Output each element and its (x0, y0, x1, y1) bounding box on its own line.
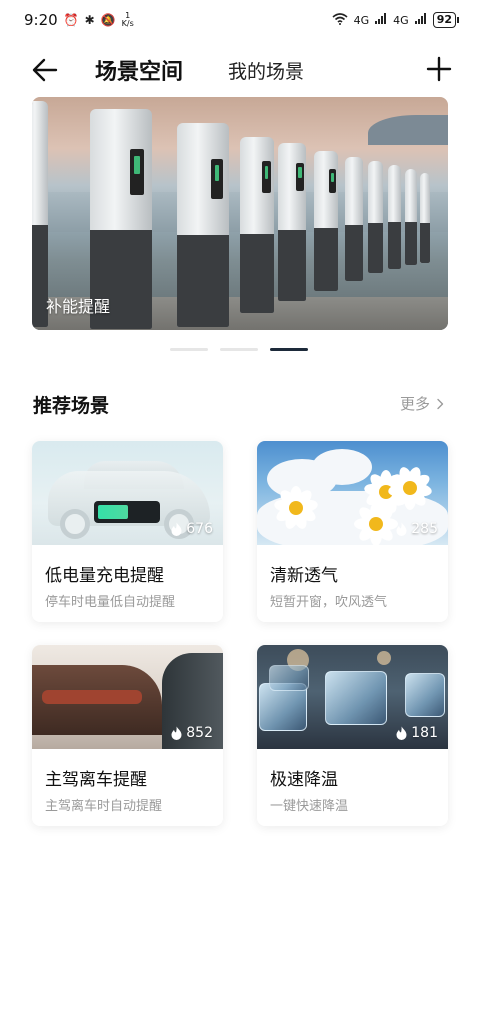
scene-card[interactable]: 852 主驾离车提醒 主驾离车时自动提醒 (32, 645, 223, 826)
charger-station (278, 143, 306, 301)
flame-icon (171, 726, 182, 740)
status-time: 9:20 (24, 11, 58, 29)
scene-card[interactable]: 285 清新透气 短暂开窗，吹风透气 (257, 441, 448, 622)
scene-card[interactable]: 181 极速降温 一键快速降温 (257, 645, 448, 826)
back-button[interactable] (30, 54, 62, 86)
charger-station (240, 137, 274, 313)
carousel-indicator (170, 348, 308, 351)
card-title: 主驾离车提醒 (45, 770, 147, 790)
signal-1-icon (375, 13, 387, 27)
flame-icon (396, 726, 407, 740)
carousel-dot[interactable] (220, 348, 258, 351)
popularity-count: 285 (395, 521, 438, 537)
banner-caption: 补能提醒 (46, 297, 111, 316)
count-value: 285 (411, 521, 438, 537)
more-link[interactable]: 更多 (400, 393, 446, 414)
banner-carousel[interactable]: 补能提醒 (32, 97, 448, 330)
card-title: 低电量充电提醒 (45, 566, 164, 586)
section-title: 推荐场景 (33, 395, 110, 417)
flame-icon (171, 522, 182, 536)
popularity-count: 181 (395, 725, 438, 741)
card-subtitle: 一键快速降温 (270, 799, 349, 814)
signal-2-icon (414, 13, 427, 27)
network-speed: 1 K/s (121, 11, 134, 28)
more-label: 更多 (399, 395, 430, 413)
charger-station (368, 161, 383, 273)
card-subtitle: 停车时电量低自动提醒 (45, 595, 176, 610)
mute-icon: 🔕 (100, 13, 116, 27)
plus-icon (426, 56, 452, 82)
tab-scene-space[interactable]: 场景空间 (95, 54, 183, 86)
card-subtitle: 主驾离车时自动提醒 (45, 799, 163, 814)
charger-station (405, 169, 417, 265)
scene-card[interactable]: 676 低电量充电提醒 停车时电量低自动提醒 (32, 441, 223, 622)
count-value: 852 (186, 725, 213, 741)
charger-station (314, 151, 338, 291)
card-title: 清新透气 (270, 566, 338, 586)
chevron-right-icon (437, 398, 444, 409)
charger-station (345, 157, 363, 281)
count-value: 676 (186, 521, 213, 537)
status-left: 9:20 ⏰ ✱ 🔕 1 K/s (24, 11, 134, 29)
charger-station (420, 173, 430, 263)
alarm-icon: ⏰ (63, 13, 79, 27)
wifi-icon (332, 12, 348, 28)
signal-2-label: 4G (393, 13, 409, 27)
status-right: 4G 4G 92 (332, 12, 460, 28)
tab-my-scenes[interactable]: 我的场景 (228, 57, 304, 84)
top-nav: 场景空间 我的场景 (0, 48, 480, 92)
banner-mountain (368, 115, 448, 145)
count-value: 181 (411, 725, 438, 741)
back-arrow-icon (32, 58, 58, 82)
card-title: 极速降温 (270, 770, 338, 790)
bluetooth-icon: ✱ (84, 13, 95, 27)
popularity-count: 852 (170, 725, 213, 741)
popularity-count: 676 (170, 521, 213, 537)
status-bar: 9:20 ⏰ ✱ 🔕 1 K/s 4G 4G 92 (0, 0, 480, 40)
signal-1-label: 4G (353, 13, 370, 27)
carousel-dot[interactable] (170, 348, 208, 351)
card-subtitle: 短暂开窗，吹风透气 (270, 595, 388, 610)
charger-station (388, 165, 401, 269)
add-button[interactable] (424, 54, 454, 84)
charger-station (177, 123, 229, 327)
carousel-dot-active[interactable] (270, 348, 308, 351)
flame-icon (396, 522, 407, 536)
battery-icon: 92 (432, 12, 460, 28)
